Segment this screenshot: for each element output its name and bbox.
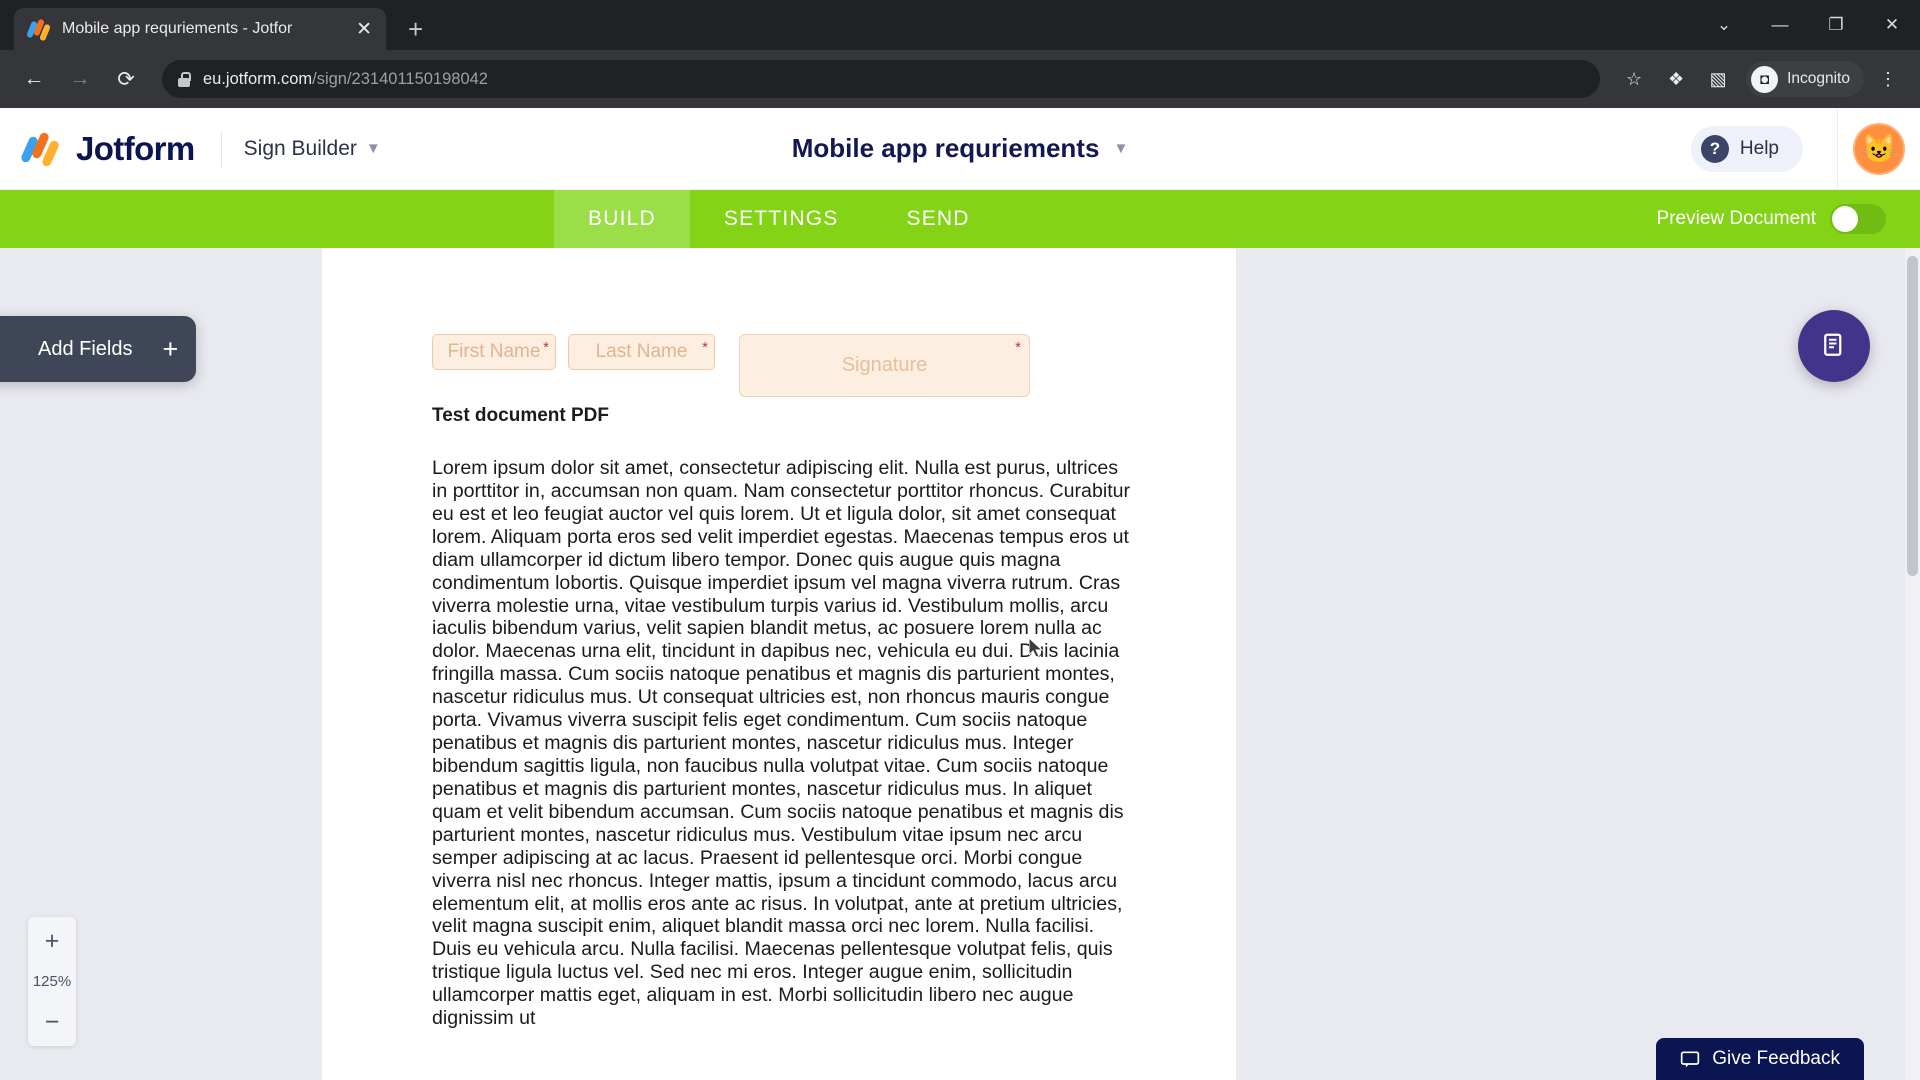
incognito-hat-icon: ◘ bbox=[1751, 65, 1779, 93]
header-right: ? Help 😺 bbox=[1690, 107, 1920, 190]
incognito-label: Incognito bbox=[1787, 70, 1850, 87]
zoom-in-button[interactable]: + bbox=[28, 917, 76, 965]
add-fields-button[interactable]: Add Fields + bbox=[0, 316, 196, 382]
brand-name: Jotform bbox=[76, 129, 195, 167]
required-mark: * bbox=[543, 339, 549, 356]
jotform-logo-icon bbox=[19, 130, 62, 168]
field-signature-label: Signature bbox=[841, 354, 928, 376]
document-title-menu[interactable]: Mobile app requriements ▼ bbox=[792, 133, 1129, 164]
header-divider bbox=[220, 130, 222, 167]
maximize-icon[interactable]: ❐ bbox=[1808, 0, 1864, 50]
tab-title: Mobile app requriements - Jotfor bbox=[62, 20, 293, 37]
field-last-name[interactable]: Last Name * bbox=[568, 334, 715, 370]
zoom-out-button[interactable]: − bbox=[28, 998, 76, 1046]
plus-icon: + bbox=[162, 333, 179, 364]
zoom-level-value: 125% bbox=[32, 973, 72, 990]
preview-document-toggle[interactable]: Preview Document bbox=[1657, 190, 1886, 248]
address-bar[interactable]: eu.jotform.com/sign/231401150198042 bbox=[162, 60, 1601, 98]
browser-toolbar: ← → ⟳ eu.jotform.com/sign/23140115019804… bbox=[0, 50, 1920, 108]
avatar[interactable]: 😺 bbox=[1838, 108, 1920, 190]
minimize-icon[interactable]: — bbox=[1752, 0, 1808, 50]
document-body-text: Lorem ipsum dolor sit amet, consectetur … bbox=[432, 457, 1131, 1030]
reload-icon[interactable]: ⟳ bbox=[106, 59, 146, 99]
give-feedback-label: Give Feedback bbox=[1712, 1048, 1840, 1069]
user-avatar-icon: 😺 bbox=[1853, 122, 1905, 175]
product-menu[interactable]: Sign Builder ▼ bbox=[244, 137, 381, 161]
zoom-control: + 125% − bbox=[28, 917, 76, 1046]
bookmark-star-icon[interactable]: ☆ bbox=[1616, 61, 1652, 97]
url-text: eu.jotform.com/sign/231401150198042 bbox=[203, 70, 488, 89]
jotform-logo[interactable]: Jotform bbox=[19, 129, 195, 168]
incognito-chip[interactable]: ◘ Incognito bbox=[1746, 61, 1864, 97]
workspace: First Name * Last Name * Signature * Tes… bbox=[0, 248, 1920, 1080]
nav-tab-list: BUILD SETTINGS SEND bbox=[554, 190, 1004, 248]
document-subtitle: Test document PDF bbox=[432, 405, 609, 426]
field-first-name-label: First Name bbox=[447, 341, 541, 362]
app-header: Jotform Sign Builder ▼ Mobile app requri… bbox=[0, 107, 1920, 190]
lock-icon bbox=[178, 71, 191, 87]
chevron-down-icon[interactable]: ⌄ bbox=[1696, 0, 1752, 50]
required-mark: * bbox=[1015, 339, 1021, 356]
signature-fields-row: First Name * Last Name * Signature * bbox=[432, 334, 1236, 397]
tab-strip: Mobile app requriements - Jotfor ✕ + ⌄ —… bbox=[0, 0, 1920, 50]
new-tab-icon[interactable]: + bbox=[408, 16, 423, 42]
preview-document-label: Preview Document bbox=[1656, 208, 1816, 229]
page-title: Mobile app requriements bbox=[791, 133, 1100, 163]
field-first-name[interactable]: First Name * bbox=[432, 334, 556, 370]
product-menu-label: Sign Builder bbox=[243, 136, 357, 160]
help-button[interactable]: ? Help bbox=[1690, 125, 1803, 172]
browser-window: Mobile app requriements - Jotfor ✕ + ⌄ —… bbox=[0, 0, 1920, 1080]
url-path: /sign/231401150198042 bbox=[312, 69, 488, 88]
browser-tab[interactable]: Mobile app requriements - Jotfor ✕ bbox=[14, 8, 386, 50]
toggle-switch[interactable] bbox=[1830, 204, 1886, 234]
feedback-message-icon bbox=[1681, 1051, 1700, 1068]
main-nav-tabs: BUILD SETTINGS SEND Preview Document bbox=[0, 190, 1920, 248]
jotform-favicon-icon bbox=[26, 18, 51, 42]
back-icon[interactable]: ← bbox=[14, 59, 54, 99]
give-feedback-button[interactable]: Give Feedback bbox=[1656, 1038, 1864, 1080]
document-pages-button[interactable] bbox=[1798, 310, 1870, 382]
tab-send[interactable]: SEND bbox=[872, 190, 1003, 248]
window-controls: ⌄ — ❐ ✕ bbox=[1696, 0, 1920, 50]
scrollbar-thumb[interactable] bbox=[1907, 256, 1918, 576]
chevron-down-icon: ▼ bbox=[1113, 140, 1129, 157]
close-window-icon[interactable]: ✕ bbox=[1864, 0, 1920, 50]
tab-settings[interactable]: SETTINGS bbox=[690, 190, 873, 248]
field-signature[interactable]: Signature * bbox=[739, 334, 1030, 397]
browser-menu-icon[interactable]: ⋮ bbox=[1870, 61, 1906, 97]
vertical-scrollbar[interactable] bbox=[1905, 248, 1920, 1080]
tab-build[interactable]: BUILD bbox=[554, 190, 690, 248]
document-sheet: First Name * Last Name * Signature * Tes… bbox=[322, 248, 1236, 1080]
field-last-name-label: Last Name bbox=[595, 341, 688, 362]
extensions-puzzle-icon[interactable]: ❖ bbox=[1658, 61, 1694, 97]
document-pages-icon bbox=[1824, 333, 1842, 356]
help-label: Help bbox=[1739, 137, 1779, 159]
forward-icon[interactable]: → bbox=[60, 59, 100, 99]
close-icon[interactable]: ✕ bbox=[356, 20, 372, 39]
url-host: eu.jotform.com bbox=[203, 69, 313, 88]
add-fields-label: Add Fields bbox=[38, 337, 133, 360]
required-mark: * bbox=[702, 339, 708, 356]
side-panel-icon[interactable]: ▧ bbox=[1700, 61, 1736, 97]
chevron-down-icon: ▼ bbox=[365, 140, 381, 157]
question-mark-icon: ? bbox=[1700, 134, 1729, 163]
